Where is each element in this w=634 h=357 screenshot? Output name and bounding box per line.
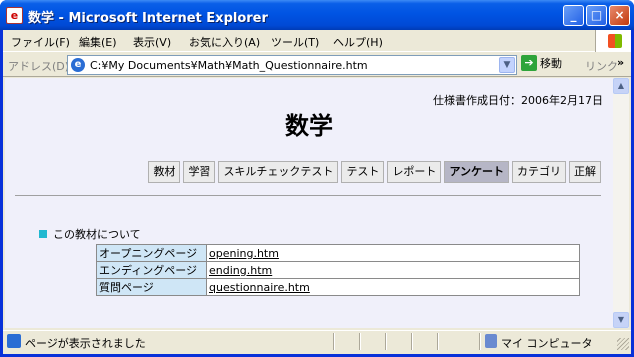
status-separator <box>333 333 335 350</box>
scroll-down-icon[interactable]: ▼ <box>613 312 629 328</box>
scroll-up-icon[interactable]: ▲ <box>613 78 629 94</box>
row-value: ending.htm <box>206 261 580 279</box>
vertical-scrollbar[interactable]: ▲ ▼ <box>613 78 629 328</box>
nav-tabs: 教材 学習 スキルチェックテスト テスト レポート アンケート カテゴリ 正解 <box>145 161 601 183</box>
nav-tab[interactable]: レポート <box>387 161 442 183</box>
nav-tab[interactable]: アンケート <box>444 161 509 183</box>
address-label: アドレス(D) <box>8 60 70 73</box>
table-row: エンディングページ ending.htm <box>96 261 580 279</box>
go-button[interactable]: ➔ 移動 <box>521 55 575 75</box>
status-separator <box>437 333 439 350</box>
nav-tab[interactable]: 正解 <box>569 161 601 183</box>
page-icon: e <box>71 58 85 72</box>
nav-tab[interactable]: カテゴリ <box>512 161 566 183</box>
table-row: オープニングページ opening.htm <box>96 244 580 262</box>
divider <box>15 195 601 196</box>
menu-file[interactable]: ファイル(F) <box>11 34 70 50</box>
row-key: 質問ページ <box>96 278 207 296</box>
file-link[interactable]: ending.htm <box>209 264 272 277</box>
go-label: 移動 <box>540 57 562 70</box>
maximize-button[interactable]: □ <box>586 5 607 26</box>
row-key: オープニングページ <box>96 244 207 262</box>
status-bar: ページが表示されました マイ コンピュータ <box>3 330 631 352</box>
address-input[interactable]: e C:¥My Documents¥Math¥Math_Questionnair… <box>67 55 517 75</box>
links-label[interactable]: リンク <box>585 58 618 74</box>
address-url[interactable]: C:¥My Documents¥Math¥Math_Questionnaire.… <box>90 59 368 72</box>
status-separator <box>385 333 387 350</box>
section-heading: この教材について <box>39 226 141 242</box>
menu-bar: ファイル(F) 編集(E) 表示(V) お気に入り(A) ツール(T) ヘルプ(… <box>3 30 631 52</box>
window-frame: ファイル(F) 編集(E) 表示(V) お気に入り(A) ツール(T) ヘルプ(… <box>3 30 631 354</box>
nav-tab[interactable]: 教材 <box>148 161 181 183</box>
window-title: 数学 - Microsoft Internet Explorer <box>28 11 268 26</box>
resize-grip[interactable] <box>617 338 629 350</box>
minimize-button[interactable]: _ <box>563 5 584 26</box>
browser-window: e 数学 - Microsoft Internet Explorer _ □ ×… <box>0 0 634 357</box>
zone-text: マイ コンピュータ <box>501 337 593 350</box>
title-bar[interactable]: e 数学 - Microsoft Internet Explorer _ □ × <box>0 0 634 30</box>
menu-help[interactable]: ヘルプ(H) <box>333 34 383 50</box>
page-title: 数学 <box>285 112 333 140</box>
file-link[interactable]: questionnaire.htm <box>209 281 310 294</box>
windows-flag-icon <box>608 34 622 48</box>
nav-tab[interactable]: 学習 <box>183 161 216 183</box>
address-dropdown-button[interactable]: ▼ <box>499 57 515 73</box>
nav-tab[interactable]: テスト <box>341 161 385 183</box>
page-done-icon <box>7 334 21 348</box>
status-separator <box>359 333 361 350</box>
row-key: エンディングページ <box>96 261 207 279</box>
table-row: 質問ページ questionnaire.htm <box>96 278 580 296</box>
ie-app-icon: e <box>6 7 23 24</box>
row-value: questionnaire.htm <box>206 278 580 296</box>
go-arrow-icon: ➔ <box>521 55 537 71</box>
status-text: ページが表示されました <box>25 337 146 350</box>
page-content: 仕様書作成日付：2006年2月17日 数学 教材 学習 スキルチェックテスト テストレ… <box>5 78 613 328</box>
status-separator <box>411 333 413 350</box>
menu-edit[interactable]: 編集(E) <box>79 34 117 50</box>
section-heading-text: この教材について <box>53 228 141 241</box>
file-link[interactable]: opening.htm <box>209 247 279 260</box>
menu-view[interactable]: 表示(V) <box>133 34 171 50</box>
menu-tools[interactable]: ツール(T) <box>271 34 319 50</box>
address-bar: アドレス(D) e C:¥My Documents¥Math¥Math_Ques… <box>3 53 631 77</box>
info-table: オープニングページ opening.htm エンディングページ ending.h… <box>96 244 580 296</box>
windows-logo <box>595 30 631 52</box>
menu-favorites[interactable]: お気に入り(A) <box>189 34 260 50</box>
computer-icon <box>485 334 497 348</box>
square-bullet-icon <box>39 230 47 238</box>
links-chevron-icon[interactable]: » <box>617 56 624 69</box>
nav-tab[interactable]: スキルチェックテスト <box>218 161 339 183</box>
status-separator <box>479 333 481 350</box>
row-value: opening.htm <box>206 244 580 262</box>
close-button[interactable]: × <box>609 5 630 26</box>
